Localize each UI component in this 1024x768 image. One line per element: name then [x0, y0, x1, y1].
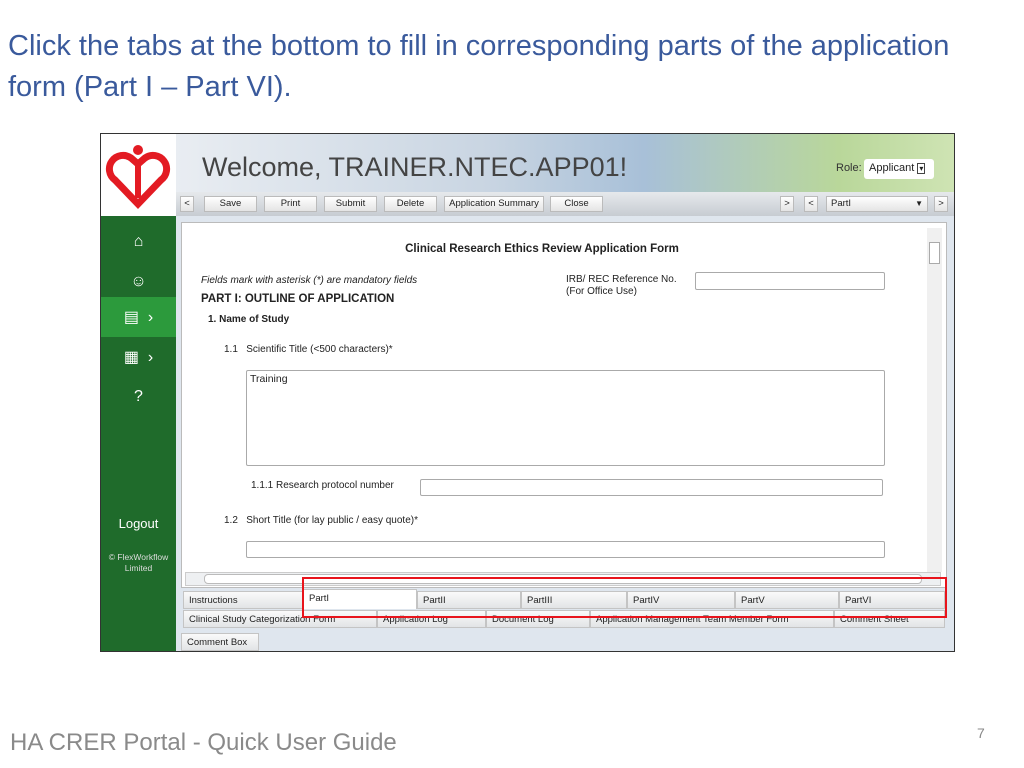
user-icon[interactable]: ☺: [101, 262, 176, 302]
home-icon[interactable]: ⌂: [101, 222, 176, 262]
protocol-number-input[interactable]: [420, 479, 883, 496]
dropdown-arrow-icon: ▼: [915, 199, 923, 208]
chevron-down-icon: ▾: [917, 163, 926, 174]
slide-title: Click the tabs at the bottom to fill in …: [8, 30, 950, 103]
page-number: 7: [977, 725, 985, 741]
mandatory-note: Fields mark with asterisk (*) are mandat…: [201, 275, 418, 286]
role-label: Role:: [836, 162, 862, 174]
close-button[interactable]: Close: [550, 196, 603, 212]
save-button[interactable]: Save: [204, 196, 257, 212]
irb-sublabel: (For Office Use): [566, 286, 637, 297]
grid-icon[interactable]: ▦ ›: [101, 337, 176, 377]
app-screenshot: ⌂ ☺ ▤ › ▦ › ? Logout © FlexWorkflow Limi…: [100, 133, 955, 652]
part-select[interactable]: PartI ▼: [826, 196, 928, 212]
vertical-scrollbar[interactable]: [927, 228, 942, 572]
part-next-button[interactable]: >: [934, 196, 948, 212]
protocol-number-label: 1.1.1 Research protocol number: [251, 480, 394, 491]
form-title: Clinical Research Ethics Review Applicat…: [405, 243, 679, 255]
irb-reference-input[interactable]: [695, 272, 885, 290]
application-summary-button[interactable]: Application Summary: [444, 196, 544, 212]
sidebar: ⌂ ☺ ▤ › ▦ › ?: [101, 216, 176, 651]
irb-label: IRB/ REC Reference No.: [566, 274, 677, 285]
copyright: © FlexWorkflow Limited: [108, 552, 169, 573]
form-area: Clinical Research Ethics Review Applicat…: [181, 222, 947, 588]
scientific-title-textarea[interactable]: Training: [246, 370, 885, 466]
clipboard-icon[interactable]: ▤ ›: [101, 297, 176, 337]
section-heading: 1. Name of Study: [208, 314, 290, 325]
tab-instructions[interactable]: Instructions: [183, 591, 303, 609]
part-select-value: PartI: [831, 198, 852, 209]
header-banner: Welcome, TRAINER.NTEC.APP01! Role: Appli…: [176, 134, 954, 192]
role-select[interactable]: Applicant ▾: [864, 159, 934, 179]
welcome-text: Welcome, TRAINER.NTEC.APP01!: [202, 152, 628, 182]
short-title-input[interactable]: [246, 541, 885, 558]
scientific-title-label: 1.1 Scientific Title (<500 characters)*: [224, 344, 393, 355]
logout-button[interactable]: Logout: [101, 516, 176, 531]
part-prev-button[interactable]: <: [804, 196, 818, 212]
part-heading: PART I: OUTLINE OF APPLICATION: [201, 293, 395, 305]
delete-button[interactable]: Delete: [384, 196, 437, 212]
short-title-label: 1.2 Short Title (for lay public / easy q…: [224, 515, 418, 526]
highlight-box: [302, 577, 947, 618]
tab-comment-box[interactable]: Comment Box: [181, 633, 259, 651]
toolbar-prev-button[interactable]: <: [180, 196, 194, 212]
toolbar: < Save Print Submit Delete Application S…: [176, 192, 954, 216]
slide-footer: HA CRER Portal - Quick User Guide: [10, 729, 397, 756]
print-button[interactable]: Print: [264, 196, 317, 212]
submit-button[interactable]: Submit: [324, 196, 377, 212]
role-value: Applicant: [869, 162, 915, 174]
toolbar-next-button[interactable]: >: [780, 196, 794, 212]
help-icon[interactable]: ?: [101, 377, 176, 417]
ha-logo: [101, 134, 176, 216]
